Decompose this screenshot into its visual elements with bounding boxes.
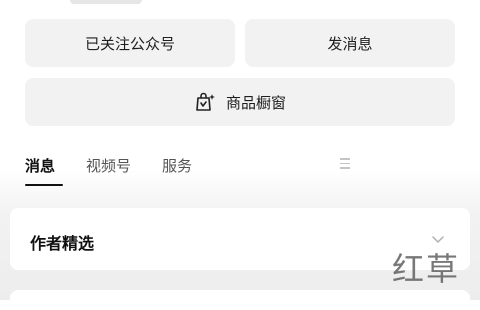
watermark: 红草 [392,250,461,288]
tab-messages-label: 消息 [25,157,56,175]
top-fragment [70,0,142,4]
followed-account-label: 已关注公众号 [84,34,175,53]
tab-messages[interactable]: 消息 [25,155,55,176]
author-picks-title: 作者精选 [30,234,95,253]
next-card [10,290,470,310]
send-message-button[interactable]: 发消息 [245,19,455,67]
tab-services-label: 服务 [162,157,193,175]
tab-channels-label: 视频号 [86,157,132,175]
followed-account-button[interactable]: 已关注公众号 [25,19,235,67]
product-showcase-button[interactable]: 商品橱窗 [25,78,455,126]
shopping-bag-icon [196,92,215,111]
active-tab-indicator [25,184,63,186]
send-message-label: 发消息 [327,34,373,53]
product-showcase-label: 商品橱窗 [225,93,286,112]
tab-channels[interactable]: 视频号 [86,155,131,176]
tab-services[interactable]: 服务 [162,155,350,176]
menu-icon [340,158,350,170]
